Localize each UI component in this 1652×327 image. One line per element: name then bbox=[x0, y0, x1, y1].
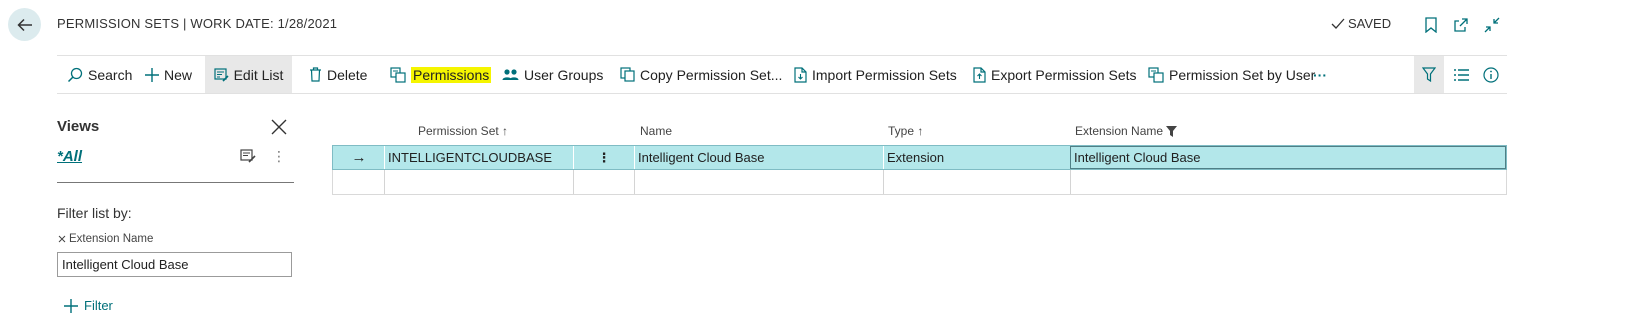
filter-list-by-label: Filter list by: bbox=[57, 205, 132, 221]
plus-icon bbox=[145, 67, 159, 82]
permissions-label: Permissions bbox=[411, 66, 492, 83]
views-divider bbox=[57, 182, 294, 183]
table-row-empty[interactable] bbox=[332, 170, 1507, 195]
trash-icon bbox=[310, 67, 321, 82]
bookmark-button[interactable] bbox=[1422, 16, 1440, 34]
collapse-button[interactable] bbox=[1483, 16, 1501, 34]
save-view-button[interactable] bbox=[240, 148, 258, 166]
permission-set-by-user-label: Permission Set by User bbox=[1169, 66, 1316, 83]
permission-set-icon bbox=[1148, 66, 1164, 83]
column-header-extension-name-label: Extension Name bbox=[1075, 124, 1164, 138]
edit-list-label: Edit List bbox=[233, 66, 284, 83]
new-label: New bbox=[164, 66, 193, 83]
list-icon bbox=[1453, 68, 1469, 81]
filter-field-label: Extension Name bbox=[69, 233, 154, 245]
copy-icon bbox=[620, 67, 635, 82]
row-actions-button[interactable]: ⋮ bbox=[574, 146, 634, 169]
filter-field-extension-name[interactable]: Extension Name bbox=[58, 233, 153, 245]
cell-type[interactable]: Extension bbox=[884, 146, 1070, 169]
page-title: PERMISSION SETS | WORK DATE: 1/28/2021 bbox=[57, 16, 338, 31]
open-new-window-icon bbox=[1454, 18, 1468, 32]
column-header-type[interactable]: Type ↑ bbox=[888, 124, 923, 138]
copy-permission-set-label: Copy Permission Set... bbox=[640, 66, 783, 83]
permissions-button[interactable]: Permissions bbox=[390, 56, 492, 93]
column-header-extension-name[interactable]: Extension Name bbox=[1075, 124, 1178, 138]
back-button[interactable] bbox=[8, 8, 41, 41]
checkmark-icon bbox=[1331, 18, 1345, 29]
add-filter-label: Filter bbox=[84, 298, 113, 313]
column-header-name[interactable]: Name bbox=[640, 124, 672, 138]
views-title: Views bbox=[57, 118, 100, 135]
copy-permission-set-button[interactable]: Copy Permission Set... bbox=[620, 56, 782, 93]
delete-label: Delete bbox=[327, 66, 368, 83]
extension-name-filter-input[interactable]: Intelligent Cloud Base bbox=[57, 252, 292, 277]
bookmark-icon bbox=[1425, 17, 1437, 33]
saved-label: SAVED bbox=[1348, 16, 1392, 31]
close-filter-pane-button[interactable] bbox=[268, 116, 290, 138]
search-icon bbox=[67, 67, 83, 82]
column-header-permission-set[interactable]: Permission Set ↑ bbox=[418, 124, 508, 138]
filter-icon bbox=[1422, 67, 1436, 82]
import-permission-sets-button[interactable]: Import Permission Sets bbox=[794, 56, 957, 93]
close-icon bbox=[271, 119, 287, 135]
export-permission-sets-label: Export Permission Sets bbox=[991, 66, 1137, 83]
edit-list-icon bbox=[213, 67, 229, 82]
view-all-link[interactable]: *All bbox=[57, 148, 82, 165]
import-icon bbox=[794, 66, 807, 83]
collapse-icon bbox=[1484, 17, 1500, 33]
user-groups-button[interactable]: User Groups bbox=[502, 56, 603, 93]
filter-pane-toggle[interactable] bbox=[1414, 56, 1444, 93]
more-actions-button[interactable]: ··· bbox=[1313, 56, 1327, 93]
add-filter-button[interactable]: Filter bbox=[64, 298, 113, 313]
info-icon bbox=[1483, 66, 1499, 83]
user-groups-label: User Groups bbox=[524, 66, 604, 83]
plus-icon bbox=[64, 298, 78, 313]
import-permission-sets-label: Import Permission Sets bbox=[812, 66, 957, 83]
cell-extension-name[interactable]: Intelligent Cloud Base bbox=[1070, 146, 1506, 169]
view-more-options-button[interactable]: ⋮ bbox=[272, 148, 286, 166]
search-button[interactable]: Search bbox=[67, 56, 132, 93]
permissions-icon bbox=[390, 66, 406, 83]
cell-permission-set[interactable]: INTELLIGENTCLOUDBASE bbox=[385, 146, 573, 169]
user-group-icon bbox=[502, 68, 519, 80]
list-view-toggle[interactable] bbox=[1446, 56, 1476, 93]
edit-view-icon bbox=[240, 149, 256, 163]
row-indicator-arrow: → bbox=[351, 149, 367, 166]
factbox-toggle[interactable] bbox=[1476, 56, 1506, 93]
arrow-left-icon bbox=[16, 18, 32, 31]
new-button[interactable]: New bbox=[145, 56, 192, 93]
filter-applied-icon bbox=[1166, 125, 1178, 137]
open-new-window-button[interactable] bbox=[1452, 16, 1470, 34]
table-row[interactable]: → INTELLIGENTCLOUDBASE ⋮ Intelligent Clo… bbox=[332, 145, 1507, 170]
delete-button[interactable]: Delete bbox=[309, 56, 367, 93]
export-permission-sets-button[interactable]: Export Permission Sets bbox=[973, 56, 1137, 93]
remove-filter-icon[interactable] bbox=[58, 235, 66, 243]
export-icon bbox=[973, 66, 986, 83]
action-bar: Search New Edit List Delete Permissions bbox=[57, 55, 1507, 94]
permission-sets-grid: → INTELLIGENTCLOUDBASE ⋮ Intelligent Clo… bbox=[332, 145, 1507, 195]
edit-list-button[interactable]: Edit List bbox=[205, 56, 292, 93]
permission-set-by-user-button[interactable]: Permission Set by User bbox=[1148, 56, 1315, 93]
saved-status: SAVED bbox=[1331, 16, 1391, 31]
cell-name[interactable]: Intelligent Cloud Base bbox=[635, 146, 883, 169]
search-label: Search bbox=[88, 66, 133, 83]
